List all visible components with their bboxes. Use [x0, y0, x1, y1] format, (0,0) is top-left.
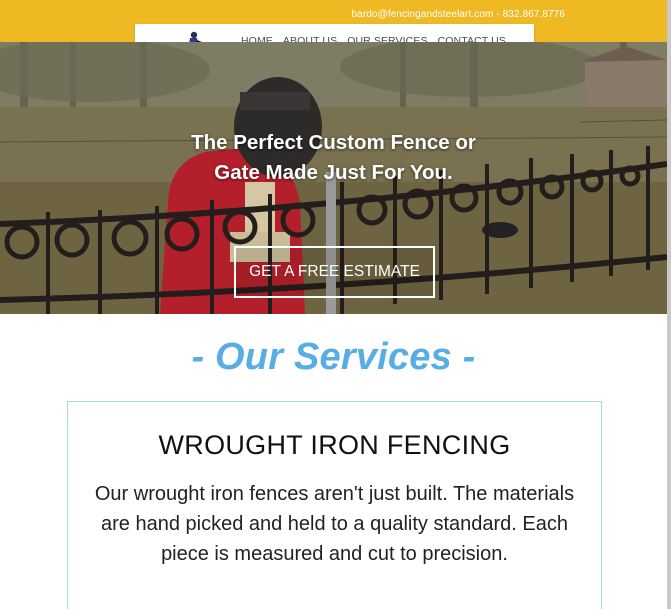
hero-banner: The Perfect Custom Fence or Gate Made Ju… [0, 42, 667, 314]
hero-title: The Perfect Custom Fence or Gate Made Ju… [0, 128, 667, 188]
services-heading: - Our Services - [191, 336, 476, 378]
contact-info: bardo@fencingandsteelart.com - 832.867.8… [352, 9, 565, 20]
hero-title-line-2: Gate Made Just For You. [214, 161, 453, 184]
scrollbar-track[interactable] [667, 0, 671, 609]
page: bardo@fencingandsteelart.com - 832.867.8… [0, 0, 671, 609]
service-title: WROUGHT IRON FENCING [158, 430, 511, 460]
contact-separator: - [493, 9, 503, 20]
phone-link[interactable]: 832.867.8776 [503, 9, 565, 20]
hero-title-line-1: The Perfect Custom Fence or [191, 131, 476, 154]
email-link[interactable]: bardo@fencingandsteelart.com [352, 9, 494, 20]
service-description: Our wrought iron fences aren't just buil… [94, 483, 575, 565]
service-card-wrought-iron: WROUGHT IRON FENCING Our wrought iron fe… [67, 401, 602, 609]
free-estimate-button[interactable]: GET A FREE ESTIMATE [234, 246, 435, 298]
